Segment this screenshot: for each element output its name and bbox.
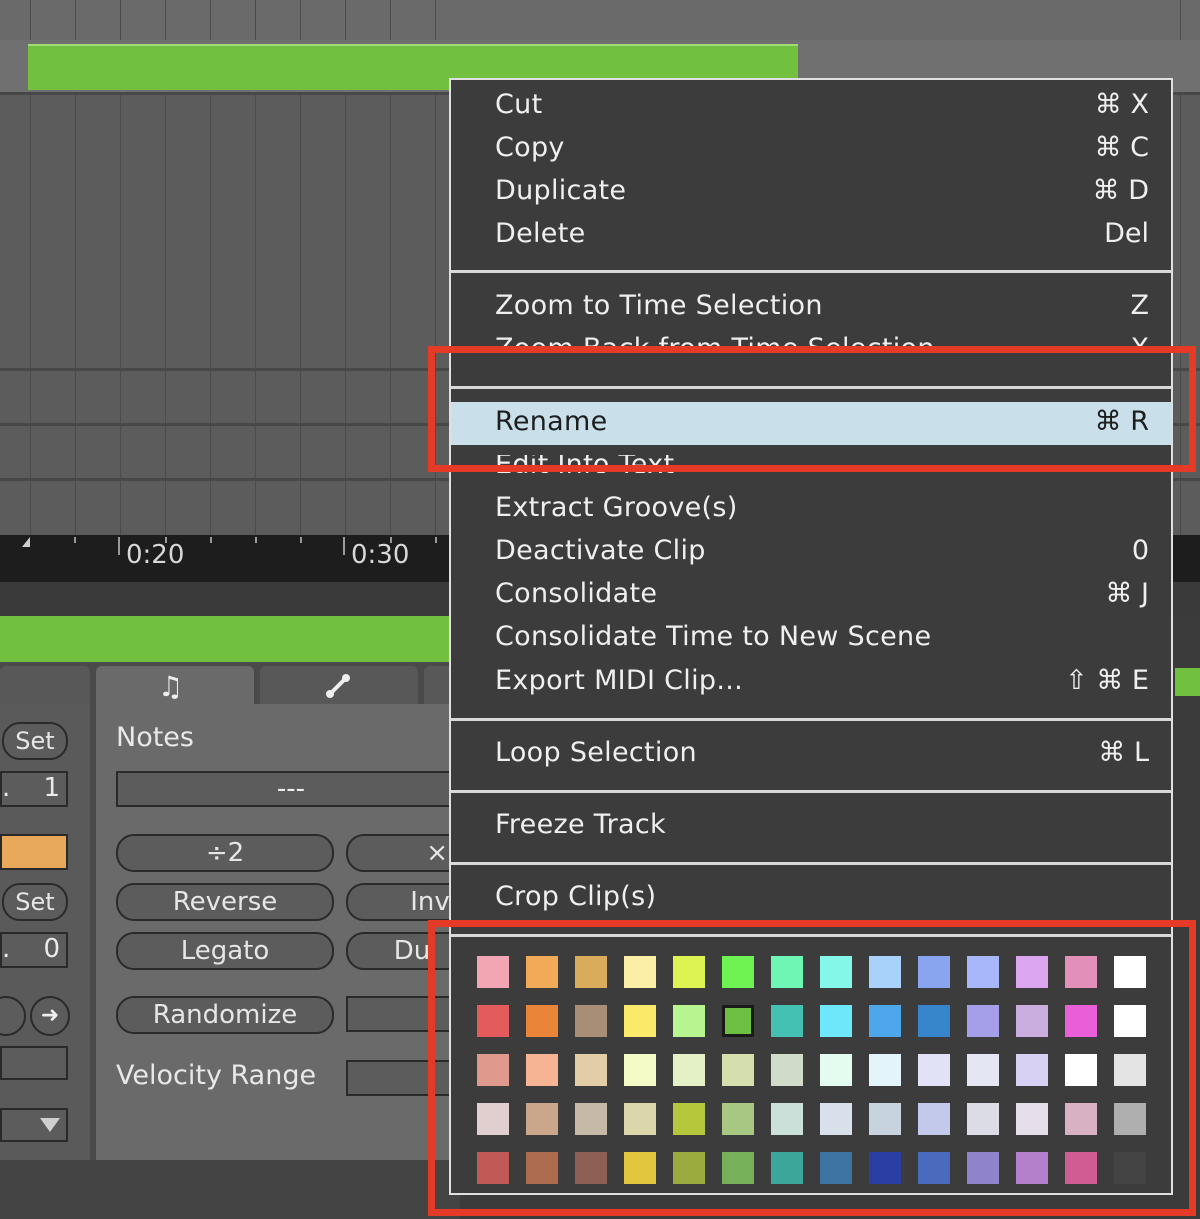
tab-envelopes[interactable] (260, 666, 418, 706)
menu-item-consolidate-new-scene[interactable]: Consolidate Time to New Scene (451, 617, 1171, 660)
envelope-icon (326, 674, 350, 698)
menu-shortcut: ⌘ J (1105, 578, 1149, 609)
tab-clip[interactable] (0, 666, 90, 706)
divide-by-2-button[interactable]: ÷2 (116, 834, 334, 872)
menu-shortcut: 0 (1131, 535, 1149, 566)
menu-shortcut: ⇧ ⌘ E (1065, 665, 1149, 696)
menu-item-duplicate[interactable]: Duplicate ⌘ D (451, 171, 1171, 214)
menu-label: Crop Clip(s) (495, 881, 657, 912)
menu-separator (451, 270, 1171, 273)
chevron-down-icon (40, 1118, 60, 1132)
velocity-range-label: Velocity Range (116, 1060, 317, 1091)
value-2: 0 (43, 934, 60, 964)
menu-item-zoom-to-time-selection[interactable]: Zoom to Time Selection Z (451, 286, 1171, 329)
menu-item-loop-selection[interactable]: Loop Selection ⌘ L (451, 733, 1171, 776)
panel-footer (0, 1160, 460, 1219)
menu-label: Cut (495, 89, 543, 120)
menu-separator (451, 862, 1171, 865)
ruler-label-0-30: 0:30 (351, 540, 410, 570)
menu-label: Zoom to Time Selection (495, 290, 823, 321)
set-button-2[interactable]: Set (2, 883, 68, 921)
randomize-button[interactable]: Randomize (116, 996, 334, 1034)
value-box-2[interactable]: . 0 (0, 932, 68, 968)
menu-shortcut: ⌘ L (1098, 737, 1149, 768)
clip-title-bar[interactable] (0, 616, 460, 662)
annotation-box-rename (428, 346, 1196, 472)
reverse-button[interactable]: Reverse (116, 883, 334, 921)
menu-shortcut: Z (1130, 290, 1150, 321)
clip-edge (1175, 668, 1200, 696)
menu-label: Duplicate (495, 175, 627, 206)
duplicate-label: Du (393, 936, 431, 966)
menu-item-freeze-track[interactable]: Freeze Track (451, 805, 1171, 848)
set-button-1[interactable]: Set (2, 722, 68, 760)
menu-label: Extract Groove(s) (495, 492, 738, 523)
menu-shortcut: Del (1104, 218, 1149, 249)
invert-label: Inv (410, 887, 450, 917)
menu-separator (451, 718, 1171, 721)
menu-shortcut: ⌘ C (1094, 132, 1149, 163)
menu-label: Freeze Track (495, 809, 666, 840)
clip-color-swatch[interactable] (0, 834, 68, 870)
multiply-label: × (426, 838, 448, 868)
ruler-label-0-20: 0:20 (126, 540, 185, 570)
notes-value-field[interactable]: --- (116, 771, 466, 807)
menu-item-export-midi-clip[interactable]: Export MIDI Clip... ⇧ ⌘ E (451, 661, 1171, 704)
track-header-strip (0, 0, 1200, 40)
menu-item-cut[interactable]: Cut ⌘ X (451, 85, 1171, 128)
menu-shortcut: ⌘ X (1094, 89, 1149, 120)
tab-notes[interactable]: ♫ (96, 666, 254, 706)
arrow-right-icon[interactable]: ➜ (30, 996, 70, 1036)
value-prefix-1: . (2, 773, 11, 803)
playhead-marker-icon (22, 537, 30, 547)
menu-label: Export MIDI Clip... (495, 665, 744, 696)
music-note-icon: ♫ (158, 670, 184, 703)
legato-button[interactable]: Legato (116, 932, 334, 970)
dropdown[interactable] (0, 1108, 68, 1142)
value-1: 1 (43, 773, 60, 803)
menu-item-copy[interactable]: Copy ⌘ C (451, 128, 1171, 171)
value-prefix-2: . (2, 934, 11, 964)
value-box-1[interactable]: . 1 (0, 771, 68, 807)
menu-label: Consolidate Time to New Scene (495, 621, 932, 652)
menu-separator (451, 790, 1171, 793)
menu-shortcut: ⌘ D (1092, 175, 1149, 206)
empty-field[interactable] (0, 1046, 68, 1080)
menu-label: Consolidate (495, 578, 658, 609)
menu-label: Delete (495, 218, 586, 249)
menu-label: Copy (495, 132, 565, 163)
menu-label: Deactivate Clip (495, 535, 706, 566)
menu-label: Loop Selection (495, 737, 697, 768)
menu-item-crop-clips[interactable]: Crop Clip(s) (451, 877, 1171, 920)
menu-item-extract-groove[interactable]: Extract Groove(s) (451, 488, 1171, 531)
menu-item-deactivate-clip[interactable]: Deactivate Clip 0 (451, 531, 1171, 574)
notes-label: Notes (116, 722, 194, 753)
annotation-box-palette (428, 920, 1196, 1216)
menu-item-delete[interactable]: Delete Del (451, 214, 1171, 257)
menu-item-consolidate[interactable]: Consolidate ⌘ J (451, 574, 1171, 617)
